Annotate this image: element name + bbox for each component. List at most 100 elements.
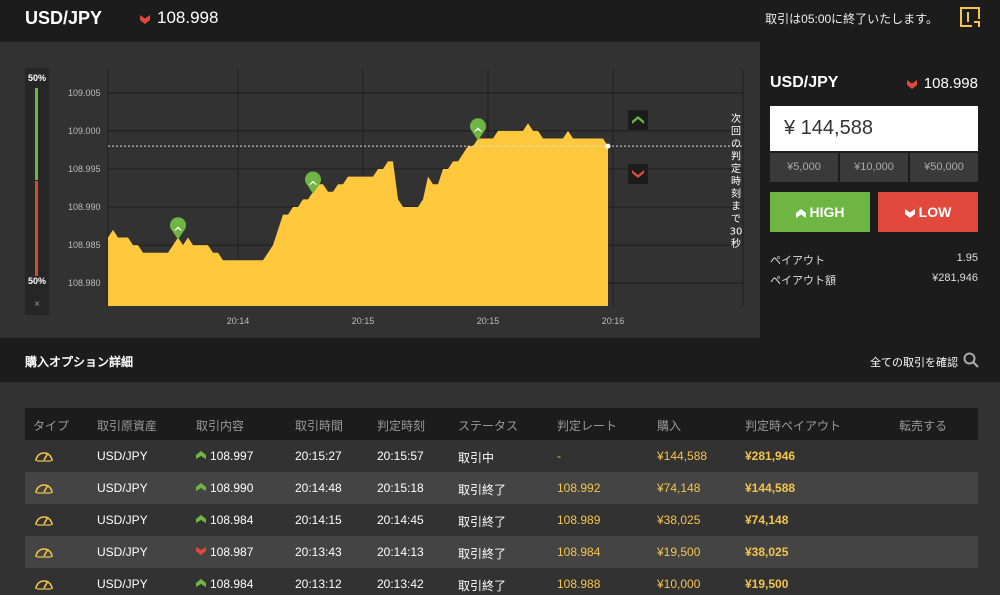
trade-time-cell: 20:13:12 <box>295 577 342 591</box>
purchase-details-title: 購入オプション詳細 <box>25 355 134 369</box>
asset-cell: USD/JPY <box>97 577 148 591</box>
trade-rate-value: 108.990 <box>210 481 254 495</box>
col-purchase: 購入 <box>657 419 682 433</box>
judge-time-cell: 20:13:42 <box>377 577 424 591</box>
col-resell: 転売する <box>899 419 948 433</box>
judge-rate-cell: - <box>557 449 561 463</box>
judge-rate-cell: 108.988 <box>557 577 601 591</box>
asset-pair: USD/JPY <box>25 8 103 28</box>
sentiment-down-bar <box>35 181 38 276</box>
col-status: ステータス <box>458 419 519 433</box>
table-row[interactable]: USD/JPY 108.990 20:14:48 20:15:18 取引終了 108.99… <box>25 472 978 504</box>
purchase-cell: ¥10,000 <box>657 577 701 591</box>
preset-5000-button[interactable]: ¥5,000 <box>770 153 838 182</box>
price-chart: 109.005 109.000 108.995 108.990 108.985 108.9… <box>60 66 745 326</box>
table-header: タイプ 取引原資産 取引内容 取引時間 判定時刻 ステータス 判定レート 購入 … <box>25 408 978 440</box>
table-row[interactable]: USD/JPY 108.984 20:13:12 20:13:42 取引終了 108.98… <box>25 568 978 595</box>
high-label: HIGH <box>809 204 845 220</box>
col-judge-time: 判定時刻 <box>377 419 426 433</box>
up-arrow-icon <box>196 451 206 459</box>
down-arrow-icon <box>904 208 915 218</box>
gauge-icon <box>35 452 53 462</box>
y-tick-label: 108.980 <box>68 278 101 288</box>
asset-cell: USD/JPY <box>97 545 148 559</box>
payout-cell: ¥144,588 <box>745 481 796 495</box>
purchase-cell: ¥144,588 <box>657 449 708 463</box>
purchase-amount-input[interactable]: ¥ 144,588 <box>770 106 978 151</box>
judge-time-cell: 20:14:13 <box>377 545 424 559</box>
payout-cell: ¥74,148 <box>745 513 789 527</box>
trade-rate-value: 108.984 <box>210 513 254 527</box>
payout-amount-value: ¥281,946 <box>932 272 978 284</box>
asset-cell: USD/JPY <box>97 481 148 495</box>
payout-cell: ¥38,025 <box>745 545 789 559</box>
payout-label: ペイアウト <box>770 255 825 267</box>
table-row[interactable]: USD/JPY 108.987 20:13:43 20:14:13 取引終了 108.98… <box>25 536 978 568</box>
trade-time-cell: 20:14:15 <box>295 513 342 527</box>
judge-rate-cell: 108.992 <box>557 481 601 495</box>
col-trade-time: 取引時間 <box>295 419 344 433</box>
y-tick-label: 108.985 <box>68 240 101 250</box>
low-label: LOW <box>918 204 952 220</box>
x-tick-label: 20:16 <box>602 316 625 326</box>
trades-table: タイプ 取引原資産 取引内容 取引時間 判定時刻 ステータス 判定レート 購入 … <box>25 408 978 595</box>
col-content: 取引内容 <box>196 419 245 433</box>
current-rate-dot <box>605 143 611 149</box>
down-arrow-icon <box>140 15 150 24</box>
col-payout: 判定時ペイアウト <box>745 419 842 433</box>
trade-time-cell: 20:15:27 <box>295 449 342 463</box>
judge-rate-cell: 108.989 <box>557 513 601 527</box>
judge-rate-cell: 108.984 <box>557 545 601 559</box>
gauge-icon <box>35 548 53 558</box>
gauge-icon <box>35 484 53 494</box>
trade-rate: 108.998 <box>923 75 978 92</box>
view-all-trades-link[interactable]: 全ての取引を確認 <box>870 354 958 370</box>
down-arrow-icon <box>196 547 206 555</box>
low-indicator-icon <box>628 164 648 184</box>
gauge-icon <box>35 580 53 590</box>
y-tick-label: 108.990 <box>68 202 101 212</box>
trade-rate-cell: 108.987 <box>196 545 253 559</box>
purchase-cell: ¥38,025 <box>657 513 701 527</box>
payout-value: 1.95 <box>956 252 978 264</box>
table-row[interactable]: USD/JPY 108.984 20:14:15 20:14:45 取引終了 108.98… <box>25 504 978 536</box>
judge-time-cell: 20:15:18 <box>377 481 424 495</box>
trading-close-notice: 取引は05:00に終了いたします。 <box>765 12 938 26</box>
status-cell: 取引終了 <box>458 483 507 497</box>
purchase-details-header: 購入オプション詳細 全ての取引を確認 <box>0 338 1000 382</box>
search-icon[interactable] <box>963 352 979 368</box>
countdown-label: 次回の判定時刻まで 30 秒 <box>730 112 743 250</box>
status-cell: 取引終了 <box>458 515 507 529</box>
gauge-icon <box>35 516 53 526</box>
chart-panel: 50% 50% × 109.005 109.000 108.995 108.990 10… <box>0 42 760 338</box>
trade-rate-cell: 108.984 <box>196 513 253 527</box>
up-arrow-icon <box>196 579 206 587</box>
payout-amount-row: ペイアウト額 ¥281,946 <box>770 272 978 288</box>
trade-rate-value: 108.997 <box>210 449 254 463</box>
sentiment-up-label: 50% <box>27 73 46 83</box>
trade-time-cell: 20:13:43 <box>295 545 342 559</box>
preset-50000-button[interactable]: ¥50,000 <box>910 153 978 182</box>
low-button[interactable]: LOW <box>878 192 978 232</box>
preset-10000-button[interactable]: ¥10,000 <box>840 153 908 182</box>
payout-cell: ¥19,500 <box>745 577 789 591</box>
col-judge-rate: 判定レート <box>557 419 618 433</box>
judge-time-cell: 20:14:45 <box>377 513 424 527</box>
y-tick-label: 108.995 <box>68 164 101 174</box>
col-type: タイプ <box>33 419 70 433</box>
top-bar: USD/JPY 108.998 取引は05:00に終了いたします。 <box>0 0 1000 42</box>
status-cell: 取引終了 <box>458 547 507 561</box>
sidebar-toggle-icon[interactable] <box>960 7 982 29</box>
y-tick-label: 109.005 <box>68 88 101 98</box>
trade-asset-pair: USD/JPY <box>770 74 839 91</box>
high-button[interactable]: HIGH <box>770 192 870 232</box>
status-cell: 取引終了 <box>458 579 507 593</box>
trade-rate-cell: 108.990 <box>196 481 253 495</box>
payout-amount-label: ペイアウト額 <box>770 275 836 287</box>
payout-cell: ¥281,946 <box>745 449 796 463</box>
up-arrow-icon <box>196 483 206 491</box>
sentiment-close-button[interactable]: × <box>25 299 49 310</box>
table-row[interactable]: USD/JPY 108.997 20:15:27 20:15:57 取引中 - ¥144,5… <box>25 440 978 472</box>
trade-rate-cell: 108.997 <box>196 449 253 463</box>
y-tick-label: 109.000 <box>68 126 101 136</box>
